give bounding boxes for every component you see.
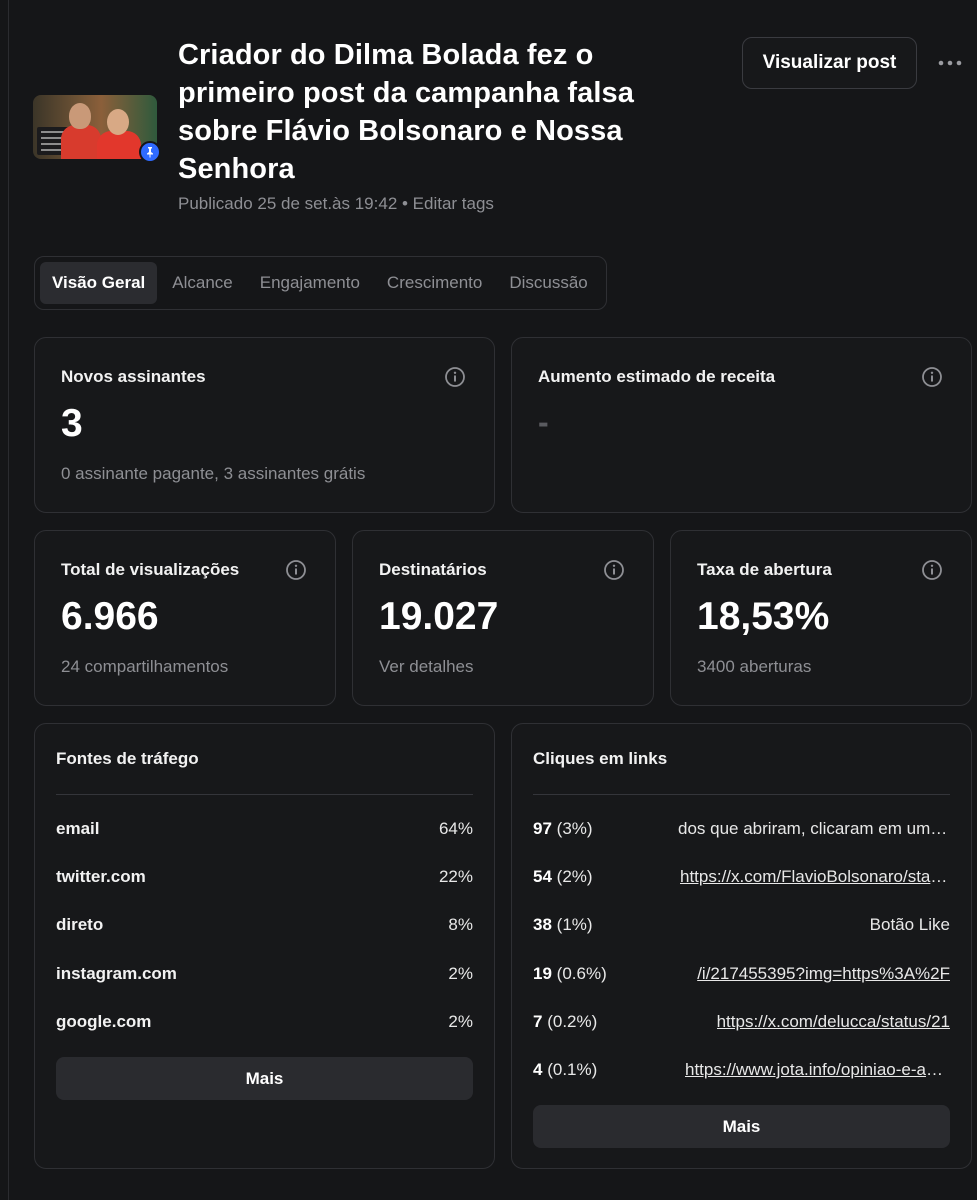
tab-discussao[interactable]: Discussão (497, 262, 599, 304)
post-meta: Publicado 25 de set.às 19:42 • Editar ta… (178, 194, 494, 213)
open-rate-card: Taxa de abertura 18,53% 3400 aberturas (670, 530, 972, 706)
card-value: 6.966 (61, 595, 159, 638)
tab-alcance[interactable]: Alcance (160, 262, 244, 304)
click-target: Botão Like (869, 915, 950, 934)
card-label: Taxa de abertura (697, 560, 832, 579)
click-row: 38 (1%) Botão Like (533, 912, 950, 938)
click-count: 38 (533, 915, 552, 934)
click-row: 4 (0.1%) https://www.jota.info/opiniao-e… (533, 1057, 950, 1083)
click-pct: (0.6%) (556, 964, 607, 983)
total-views-card: Total de visualizações 6.966 24 comparti… (34, 530, 336, 706)
source-pct: 64% (438, 819, 473, 838)
card-subtext: 24 compartilhamentos (61, 657, 229, 676)
source-pct: 2% (448, 1012, 473, 1031)
click-pct: (2%) (556, 867, 593, 886)
click-target: dos que abriram, clicaram em um link (678, 819, 950, 838)
recipients-card: Destinatários 19.027 Ver detalhes (352, 530, 654, 706)
source-pct: 22% (438, 867, 473, 886)
more-options-icon[interactable] (936, 52, 964, 74)
info-icon[interactable] (444, 366, 466, 388)
click-row: 54 (2%) https://x.com/FlavioBolsonaro/st… (533, 864, 950, 890)
click-count: 54 (533, 867, 552, 886)
clicks-more-button[interactable]: Mais (533, 1105, 950, 1148)
traffic-sources-card: Fontes de tráfego email 64% twitter.com 22… (34, 723, 495, 1169)
card-value: 3 (61, 402, 83, 445)
tab-engajamento[interactable]: Engajamento (248, 262, 372, 304)
card-subtext: 3400 aberturas (697, 657, 812, 676)
traffic-row: email 64% (56, 816, 473, 842)
see-details-link[interactable]: Ver detalhes (379, 657, 474, 677)
new-subscribers-card: Novos assinantes 3 0 assinante pagante, … (34, 337, 495, 513)
click-pct: (0.2%) (547, 1012, 598, 1031)
view-post-button[interactable]: Visualizar post (742, 37, 917, 89)
click-link[interactable]: /i/217455395?img=https%3A%2F (697, 964, 950, 984)
pin-icon (139, 141, 161, 163)
click-count: 97 (533, 819, 552, 838)
traffic-title: Fontes de tráfego (56, 749, 199, 768)
click-pct: (0.1%) (547, 1060, 598, 1079)
click-count: 4 (533, 1060, 543, 1079)
source-name: twitter.com (56, 867, 146, 886)
click-count: 19 (533, 964, 552, 983)
revenue-card: Aumento estimado de receita - (511, 337, 972, 513)
click-link[interactable]: https://www.jota.info/opiniao-e-analise (685, 1060, 950, 1080)
traffic-more-button[interactable]: Mais (56, 1057, 473, 1100)
source-pct: 2% (448, 964, 473, 983)
tab-visao-geral[interactable]: Visão Geral (40, 262, 158, 304)
info-icon[interactable] (921, 366, 943, 388)
click-pct: (3%) (556, 819, 593, 838)
info-icon[interactable] (285, 559, 307, 581)
card-label: Aumento estimado de receita (538, 367, 776, 386)
info-icon[interactable] (921, 559, 943, 581)
clicks-title: Cliques em links (533, 749, 668, 768)
source-name: instagram.com (56, 964, 177, 983)
card-value: 18,53% (697, 595, 830, 638)
traffic-row: instagram.com 2% (56, 961, 473, 987)
traffic-row: twitter.com 22% (56, 864, 473, 890)
tab-crescimento[interactable]: Crescimento (375, 262, 494, 304)
card-value: - (538, 404, 549, 440)
source-name: direto (56, 915, 104, 934)
tab-bar: Visão Geral Alcance Engajamento Crescime… (34, 256, 607, 310)
card-label: Total de visualizações (61, 560, 240, 579)
source-name: email (56, 819, 100, 838)
click-row: 19 (0.6%) /i/217455395?img=https%3A%2F (533, 961, 950, 987)
click-row: 97 (3%) dos que abriram, clicaram em um … (533, 816, 950, 842)
info-icon[interactable] (603, 559, 625, 581)
card-label: Destinatários (379, 560, 487, 579)
click-link[interactable]: https://x.com/delucca/status/21 (717, 1012, 950, 1032)
traffic-row: google.com 2% (56, 1009, 473, 1035)
card-label: Novos assinantes (61, 367, 206, 386)
traffic-row: direto 8% (56, 912, 473, 938)
click-pct: (1%) (556, 915, 593, 934)
click-link[interactable]: https://x.com/FlavioBolsonaro/status (680, 867, 950, 887)
source-name: google.com (56, 1012, 152, 1031)
link-clicks-card: Cliques em links 97 (3%) dos que abriram… (511, 723, 972, 1169)
divider (56, 794, 473, 795)
post-title: Criador do Dilma Bolada fez o primeiro p… (178, 39, 634, 185)
click-count: 7 (533, 1012, 543, 1031)
card-value: 19.027 (379, 595, 499, 638)
card-subtext: 0 assinante pagante, 3 assinantes grátis (61, 464, 366, 483)
source-pct: 8% (448, 915, 473, 934)
click-row: 7 (0.2%) https://x.com/delucca/status/21 (533, 1009, 950, 1035)
divider (533, 794, 950, 795)
